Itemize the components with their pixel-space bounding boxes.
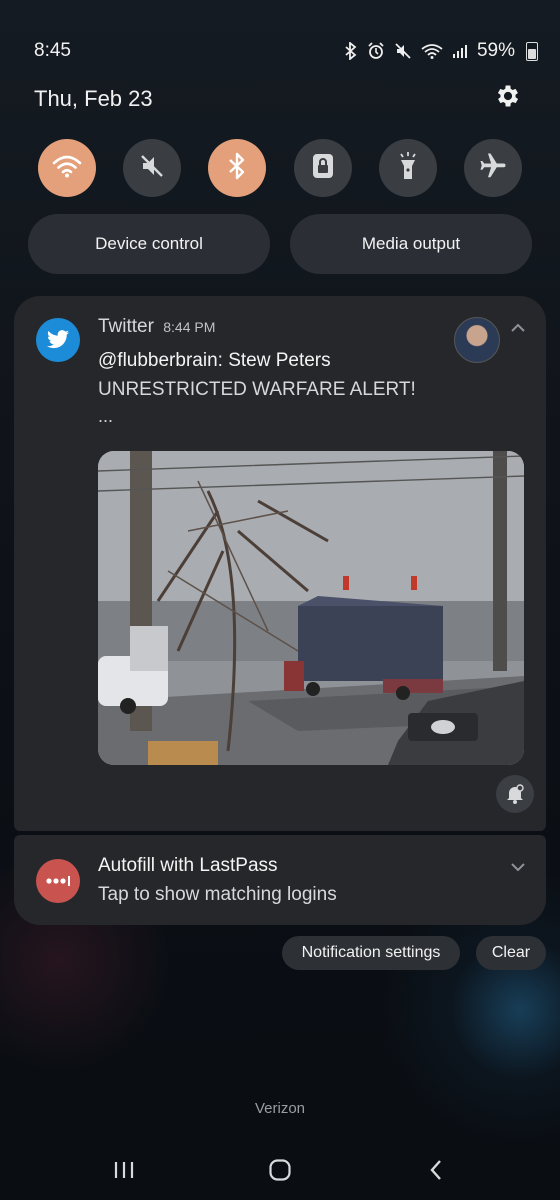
date-label: Thu, Feb 23	[34, 86, 153, 111]
lock-icon	[310, 152, 336, 185]
airplane-icon	[478, 151, 508, 186]
bluetooth-icon	[227, 152, 247, 185]
bluetooth-toggle[interactable]	[208, 139, 267, 197]
wifi-icon	[52, 154, 82, 183]
flashlight-toggle[interactable]	[378, 139, 437, 197]
notification-image[interactable]	[98, 451, 524, 765]
avatar	[454, 317, 500, 363]
signal-icon	[452, 43, 468, 59]
wifi-toggle[interactable]	[38, 139, 96, 197]
back-icon[interactable]	[406, 1150, 466, 1190]
lastpass-icon	[36, 859, 80, 903]
alarm-icon	[367, 42, 385, 60]
quick-settings	[38, 139, 522, 197]
notification-text: UNRESTRICTED WARFARE ALERT!	[98, 379, 416, 400]
navigation-bar	[0, 1150, 560, 1190]
status-icons: 59%	[344, 40, 538, 62]
mute-status-icon	[394, 42, 412, 60]
date-row: Thu, Feb 23	[34, 82, 522, 116]
lastpass-title: Autofill with LastPass	[98, 855, 278, 876]
recent-apps-icon[interactable]	[94, 1150, 154, 1190]
chevron-down-icon[interactable]	[510, 859, 526, 877]
lastpass-subtitle: Tap to show matching logins	[98, 884, 337, 905]
notification-title: @flubberbrain: Stew Peters	[98, 350, 331, 371]
lastpass-notification[interactable]: Autofill with LastPass Tap to show match…	[14, 835, 546, 925]
notification-header: Twitter 8:44 PM	[98, 316, 215, 338]
clock: 8:45	[34, 40, 71, 61]
notification-ellipsis: ...	[98, 406, 114, 426]
clear-button[interactable]: Clear	[476, 936, 546, 970]
device-control-button[interactable]: Device control	[28, 214, 270, 274]
mute-icon	[138, 152, 166, 185]
home-icon[interactable]	[250, 1150, 310, 1190]
battery-percent: 59%	[476, 40, 515, 61]
twitter-icon	[36, 318, 80, 362]
flashlight-icon	[398, 151, 418, 186]
notification-time: 8:44 PM	[163, 319, 216, 335]
gear-icon[interactable]	[494, 82, 522, 116]
bluetooth-status-icon	[344, 42, 358, 60]
airplane-toggle[interactable]	[463, 139, 522, 197]
app-name: Twitter	[98, 316, 154, 337]
status-bar: 8:45 59%	[34, 36, 538, 66]
carrier-label: Verizon	[254, 1100, 306, 1117]
twitter-notification[interactable]: Twitter 8:44 PM @flubberbrain: Stew Pete…	[14, 296, 546, 831]
snooze-bell-icon[interactable]	[496, 775, 534, 813]
battery-icon	[526, 41, 538, 61]
notification-settings-button[interactable]: Notification settings	[282, 936, 460, 970]
rotation-lock-toggle[interactable]	[293, 139, 352, 197]
chevron-up-icon[interactable]	[510, 320, 526, 338]
media-output-button[interactable]: Media output	[290, 214, 532, 274]
sound-toggle[interactable]	[123, 139, 182, 197]
wifi-status-icon	[421, 43, 443, 59]
